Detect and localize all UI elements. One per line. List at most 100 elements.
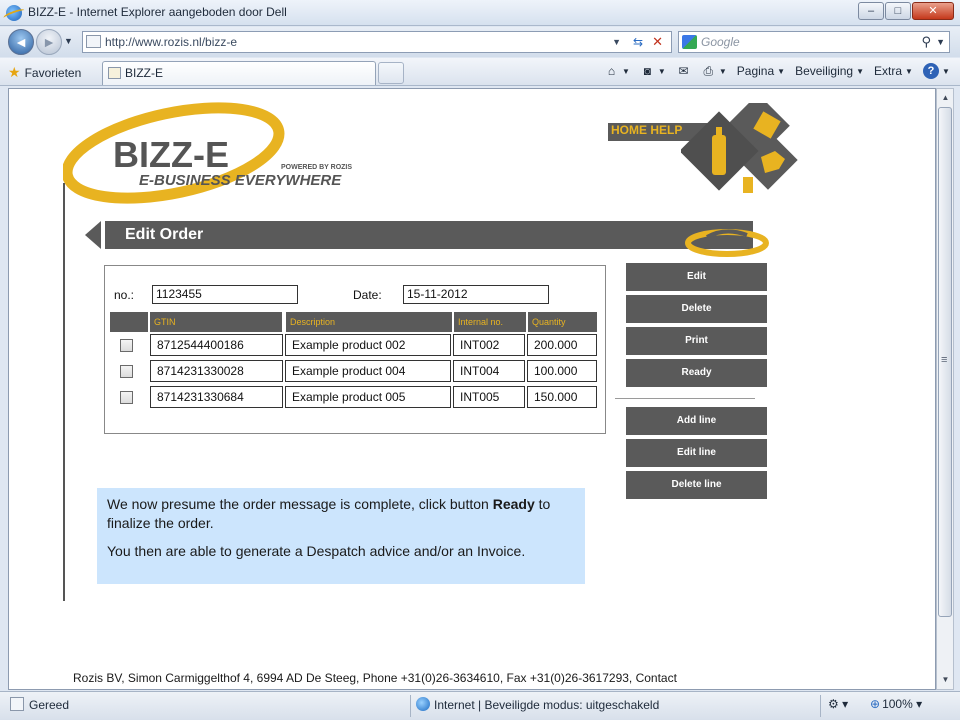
delete-line-button[interactable]: Delete line: [626, 471, 767, 499]
order-no-field[interactable]: 1123455: [152, 285, 298, 304]
favorites-button[interactable]: ★ Favorieten: [8, 64, 81, 81]
extra-menu[interactable]: Extra ▼: [874, 63, 913, 79]
page-menu-label: Pagina: [736, 64, 775, 78]
status-bar: Gereed Internet | Beveiligde modus: uitg…: [0, 691, 960, 720]
edit-line-button[interactable]: Edit line: [626, 439, 767, 467]
rss-icon: ◙: [643, 64, 652, 78]
url-text: http://www.rozis.nl/bizz-e: [105, 35, 238, 49]
search-options-icon[interactable]: ▼: [936, 32, 945, 52]
mail-button[interactable]: ✉: [676, 63, 691, 79]
row-checkbox[interactable]: [120, 365, 133, 378]
internal-no-cell: INT002: [453, 334, 525, 356]
status-divider: [410, 695, 411, 717]
extra-menu-label: Extra: [874, 64, 903, 78]
note-paragraph: You then are able to generate a Despatch…: [107, 543, 526, 559]
help-icon: ?: [922, 63, 939, 79]
delete-button[interactable]: Delete: [626, 295, 767, 323]
column-header: Quantity: [528, 312, 597, 332]
description-cell: Example product 002: [285, 334, 451, 356]
zoom-icon: ⊕: [870, 697, 881, 711]
refresh-icon[interactable]: ⇆: [633, 32, 643, 52]
ready-button[interactable]: Ready: [626, 359, 767, 387]
edit-button[interactable]: Edit: [626, 263, 767, 291]
feeds-button[interactable]: ◙ ▼: [640, 63, 666, 79]
left-rule: [63, 183, 65, 601]
internal-no-cell: INT005: [453, 386, 525, 408]
logo-powered: POWERED BY ROZIS: [281, 164, 352, 171]
favicon-icon: [108, 67, 121, 79]
internal-no-cell: INT004: [453, 360, 525, 382]
command-bar: ⌂ ▼ ◙ ▼ ✉ ⎙ ▼ Pagina ▼ Beveiliging ▼ Extra ▼ ?…: [604, 63, 950, 79]
url-dropdown-icon[interactable]: ▼: [612, 32, 621, 52]
products-icon: [681, 103, 798, 193]
vertical-scrollbar[interactable]: ▲ ▼: [936, 88, 954, 690]
scroll-thumb[interactable]: [938, 107, 952, 617]
mail-icon: ✉: [678, 64, 689, 78]
page-header: Edit Order: [85, 221, 753, 249]
search-input[interactable]: Google ⚲ ▼: [678, 31, 950, 53]
recent-pages-dropdown-icon[interactable]: ▼: [64, 36, 73, 46]
row-checkbox[interactable]: [120, 339, 133, 352]
tab-title: BIZZ-E: [125, 66, 163, 80]
zoom-level[interactable]: ⊕ 100% ▾: [870, 697, 922, 711]
date-field[interactable]: 15-11-2012: [403, 285, 549, 304]
scroll-down-icon[interactable]: ▼: [939, 673, 952, 687]
new-tab-button[interactable]: [378, 62, 404, 84]
logo-brand: BIZZ-E: [113, 134, 229, 175]
home-button[interactable]: ⌂ ▼: [604, 63, 630, 79]
star-icon: ★: [8, 64, 21, 80]
forward-button[interactable]: ►: [36, 29, 62, 55]
swoosh-icon: [685, 229, 769, 257]
back-button[interactable]: ◄: [8, 29, 34, 55]
chevron-down-icon: ▼: [657, 66, 666, 76]
note-emphasis: Ready: [492, 496, 535, 512]
google-icon: [682, 35, 697, 49]
page-menu[interactable]: Pagina ▼: [737, 63, 785, 79]
chevron-down-icon: ▼: [905, 66, 913, 76]
help-button[interactable]: ? ▼: [922, 63, 950, 79]
back-arrow-icon[interactable]: [85, 221, 101, 249]
zone-text: Internet | Beveiligde modus: uitgeschake…: [434, 698, 660, 712]
printer-icon: ⎙: [703, 64, 714, 78]
home-help-link[interactable]: HOME HELP: [608, 123, 712, 141]
quantity-cell: 150.000: [527, 386, 597, 408]
print-button[interactable]: ⎙ ▼: [701, 63, 727, 79]
row-checkbox[interactable]: [120, 391, 133, 404]
column-header: Description: [286, 312, 452, 332]
tab-bizz-e[interactable]: BIZZ-E: [102, 61, 376, 85]
stop-icon[interactable]: ✕: [652, 32, 663, 52]
close-button[interactable]: ✕: [912, 2, 954, 20]
address-bar: ◄ ► ▼ http://www.rozis.nl/bizz-e ▼ ⇆ ✕ G…: [0, 27, 960, 57]
chevron-down-icon: ▼: [777, 66, 786, 76]
safety-menu-label: Beveiliging: [795, 64, 854, 78]
title-bar: BIZZ-E - Internet Explorer aangeboden do…: [0, 0, 960, 26]
date-label: Date:: [353, 288, 382, 302]
button-divider: [615, 398, 755, 399]
scroll-up-icon[interactable]: ▲: [939, 91, 952, 105]
search-icon[interactable]: ⚲: [921, 32, 931, 52]
protected-mode-button[interactable]: ⚙ ▾: [828, 697, 848, 711]
page-icon: [86, 35, 101, 48]
description-cell: Example product 004: [285, 360, 451, 382]
page-viewport: BIZZ-E E-BUSINESS EVERYWHERE POWERED BY …: [8, 88, 936, 690]
chevron-down-icon: ▼: [941, 66, 950, 76]
window-title: BIZZ-E - Internet Explorer aangeboden do…: [28, 5, 287, 19]
instruction-note: We now presume the order message is comp…: [97, 488, 585, 584]
add-line-button[interactable]: Add line: [626, 407, 767, 435]
favorites-bar: ★ Favorieten BIZZ-E ⌂ ▼ ◙ ▼ ✉ ⎙ ▼ Pagina ▼ Be…: [0, 58, 960, 86]
note-paragraph: We now presume the order message is comp…: [107, 495, 575, 533]
safety-menu[interactable]: Beveiliging ▼: [795, 63, 864, 79]
url-input[interactable]: http://www.rozis.nl/bizz-e ▼ ⇆ ✕: [82, 31, 672, 53]
quantity-cell: 200.000: [527, 334, 597, 356]
gtin-cell: 8714231330028: [150, 360, 283, 382]
logo-tagline: E-BUSINESS EVERYWHERE: [139, 172, 342, 189]
chevron-down-icon: ▼: [622, 66, 630, 76]
status-divider: [820, 695, 821, 717]
print-button[interactable]: Print: [626, 327, 767, 355]
maximize-button[interactable]: □: [885, 2, 911, 20]
minimize-button[interactable]: ‒: [858, 2, 884, 20]
security-zone[interactable]: Internet | Beveiligde modus: uitgeschake…: [416, 697, 659, 712]
order-panel: no.: 1123455 Date: 15-11-2012 GTIN Descr…: [104, 265, 606, 434]
window-controls: ‒ □ ✕: [858, 2, 954, 20]
description-cell: Example product 005: [285, 386, 451, 408]
